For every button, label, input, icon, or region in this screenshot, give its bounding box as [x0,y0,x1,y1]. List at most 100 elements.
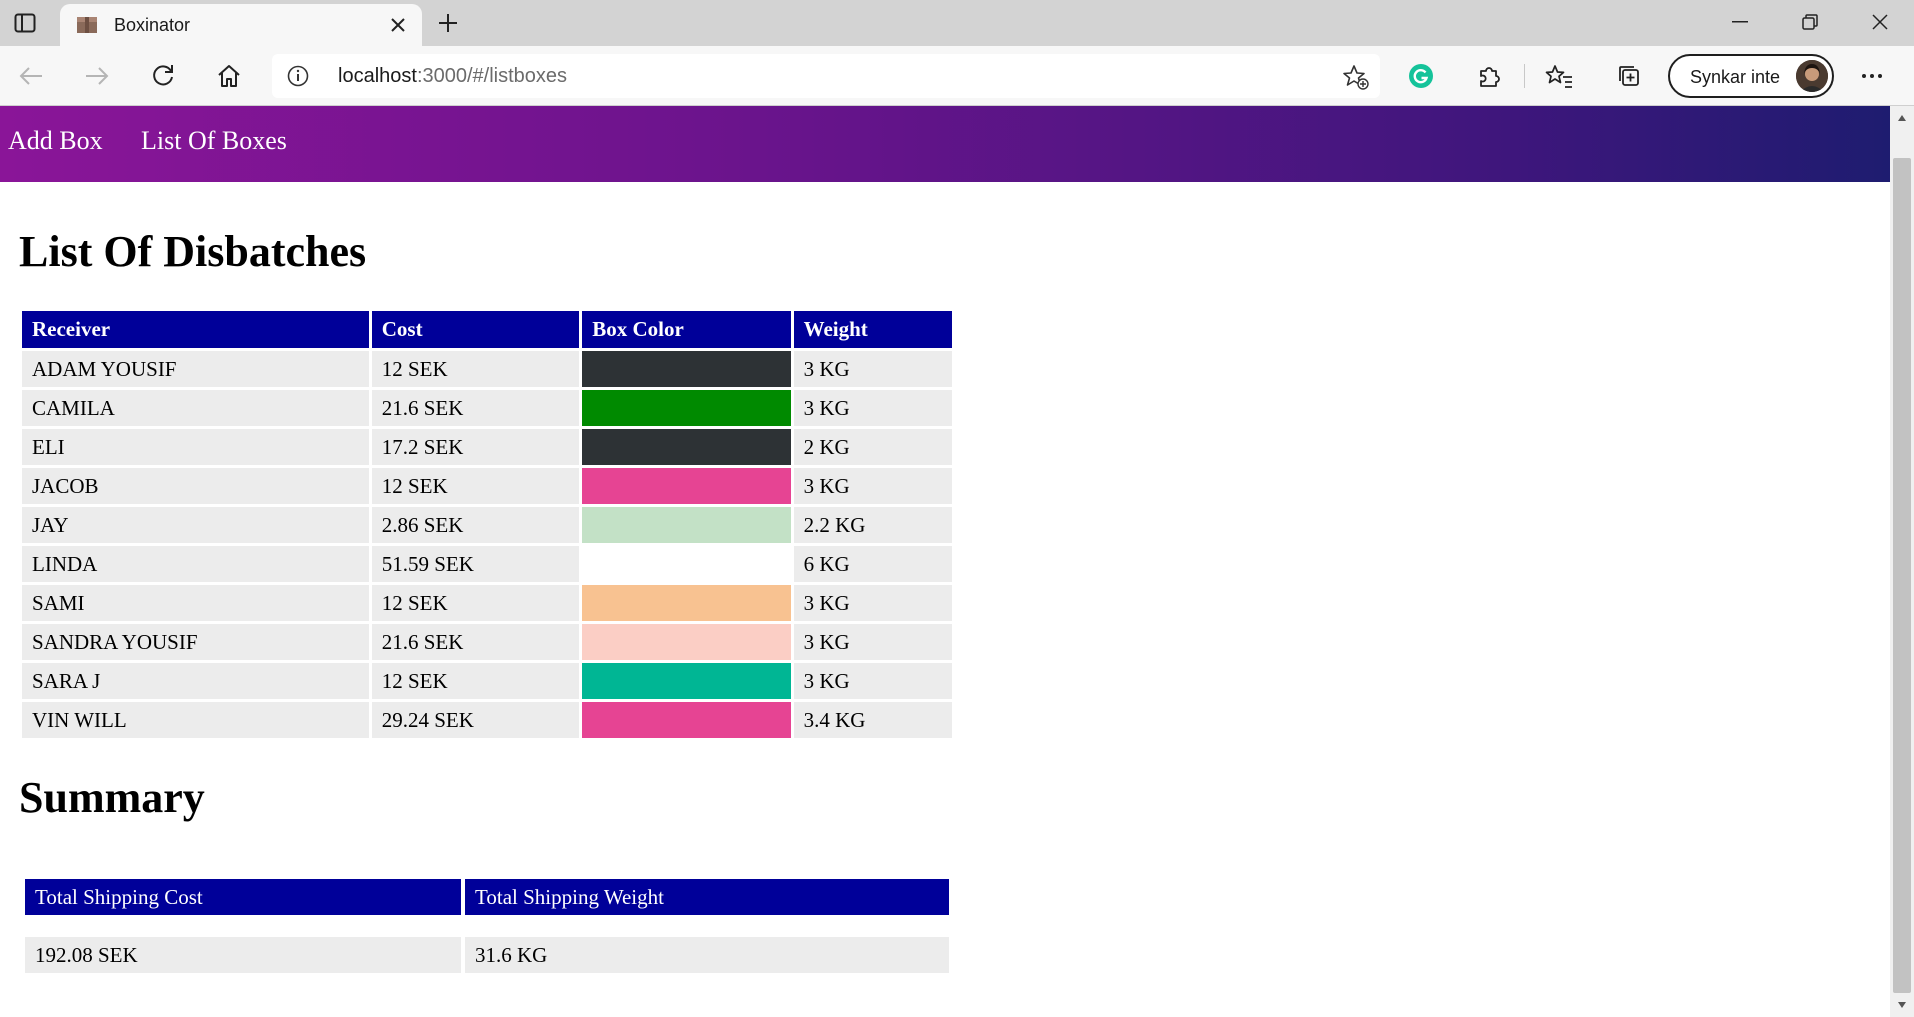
cost-cell: 51.59 SEK [371,546,580,582]
url-text[interactable]: localhost:3000/#/listboxes [338,65,567,88]
browser-tab-bar: Boxinator [0,0,1914,46]
total-shipping-cost-value: 192.08 SEK [25,937,461,973]
scroll-down-arrow-icon[interactable] [1890,993,1914,1017]
nav-add-box-link[interactable]: Add Box [8,126,103,156]
plus-icon [439,14,457,32]
table-row: ADAM YOUSIF 12 SEK 3 KG [22,351,952,387]
receiver-cell: ADAM YOUSIF [22,351,369,387]
receiver-cell: JACOB [22,468,369,504]
cost-cell: 12 SEK [371,585,580,621]
receiver-cell: SARA J [22,663,369,699]
browser-toolbar: localhost:3000/#/listboxes Synkar inte [0,46,1914,106]
close-icon [1872,14,1888,30]
scrollbar-thumb[interactable] [1893,158,1911,993]
minimize-icon [1732,21,1748,23]
box-color-swatch [582,390,791,426]
receiver-cell: CAMILA [22,390,369,426]
cost-cell: 12 SEK [371,468,580,504]
home-button[interactable] [210,58,248,94]
more-dots-icon [1862,74,1882,78]
nav-list-boxes-link[interactable]: List Of Boxes [141,126,287,156]
header-total-shipping-weight: Total Shipping Weight [465,879,949,915]
back-arrow-icon [19,67,42,85]
restore-icon [1802,14,1818,30]
puzzle-icon [1480,67,1500,87]
page-scrollbar[interactable] [1890,106,1914,1017]
spacer-cell [465,919,949,933]
browser-tab[interactable]: Boxinator [60,4,422,46]
back-button[interactable] [12,58,50,94]
cost-cell: 21.6 SEK [371,624,580,660]
minimize-button[interactable] [1706,0,1774,44]
grammarly-icon [1409,64,1433,88]
weight-cell: 3 KG [793,351,952,387]
summary-header-row: Total Shipping Cost Total Shipping Weigh… [25,879,949,915]
url-path: :3000/#/listboxes [416,65,568,87]
table-row: VIN WILL 29.24 SEK 3.4 KG [22,702,952,738]
box-color-swatch [582,663,791,699]
page-title: List Of Disbatches [19,227,367,276]
weight-cell: 3 KG [793,624,952,660]
site-info-icon[interactable] [286,64,310,88]
receiver-cell: SANDRA YOUSIF [22,624,369,660]
table-row: SARA J 12 SEK 3 KG [22,663,952,699]
receiver-cell: VIN WILL [22,702,369,738]
profile-sync-label: Synkar inte [1690,67,1781,87]
dispatches-table: Receiver Cost Box Color Weight ADAM YOUS… [19,308,955,741]
settings-more-button[interactable] [1852,58,1892,94]
profile-button[interactable]: Synkar inte [1668,54,1834,98]
summary-table: Total Shipping Cost Total Shipping Weigh… [21,875,953,977]
weight-cell: 3 KG [793,390,952,426]
box-color-swatch [582,507,791,543]
box-favicon-icon [76,15,98,35]
forward-arrow-icon [86,67,109,85]
extensions-button[interactable] [1470,58,1508,94]
box-color-swatch [582,702,791,738]
summary-value-row: 192.08 SEK 31.6 KG [25,937,949,973]
cost-cell: 12 SEK [371,663,580,699]
header-receiver: Receiver [22,311,369,348]
summary-spacer-row [25,919,949,933]
box-color-swatch [582,546,791,582]
collections-icon [1619,66,1639,86]
weight-cell: 3.4 KG [793,702,952,738]
close-tab-icon[interactable] [386,13,410,37]
weight-cell: 3 KG [793,663,952,699]
table-body: ADAM YOUSIF 12 SEK 3 KG CAMILA 21.6 SEK 3 KG E… [22,351,952,738]
total-shipping-weight-value: 31.6 KG [465,937,949,973]
weight-cell: 6 KG [793,546,952,582]
table-row: SANDRA YOUSIF 21.6 SEK 3 KG [22,624,952,660]
header-box-color: Box Color [582,311,791,348]
favorites-button[interactable] [1540,58,1578,94]
add-favorite-star-icon[interactable] [1342,63,1370,91]
new-tab-button[interactable] [432,8,464,38]
tab-actions-icon [14,13,36,33]
scroll-up-arrow-icon[interactable] [1890,106,1914,130]
spacer-cell [25,919,461,933]
weight-cell: 3 KG [793,585,952,621]
tab-title: Boxinator [114,15,191,35]
page-viewport: Add Box List Of Boxes List Of Disbatches… [0,106,1890,1017]
collections-button[interactable] [1610,58,1648,94]
table-row: CAMILA 21.6 SEK 3 KG [22,390,952,426]
table-row: ELI 17.2 SEK 2 KG [22,429,952,465]
table-row: JAY 2.86 SEK 2.2 KG [22,507,952,543]
cost-cell: 17.2 SEK [371,429,580,465]
restore-button[interactable] [1776,0,1844,44]
box-color-swatch [582,429,791,465]
refresh-button[interactable] [144,58,182,94]
close-window-button[interactable] [1846,0,1914,44]
weight-cell: 2.2 KG [793,507,952,543]
table-row: SAMI 12 SEK 3 KG [22,585,952,621]
address-bar[interactable]: localhost:3000/#/listboxes [272,54,1380,98]
box-color-swatch [582,624,791,660]
grammarly-extension-button[interactable] [1402,58,1440,94]
cost-cell: 12 SEK [371,351,580,387]
table-row: JACOB 12 SEK 3 KG [22,468,952,504]
refresh-icon [153,65,173,86]
forward-button[interactable] [78,58,116,94]
avatar [1796,60,1828,92]
home-icon [218,65,240,87]
tab-actions-button[interactable] [8,8,42,38]
cost-cell: 21.6 SEK [371,390,580,426]
